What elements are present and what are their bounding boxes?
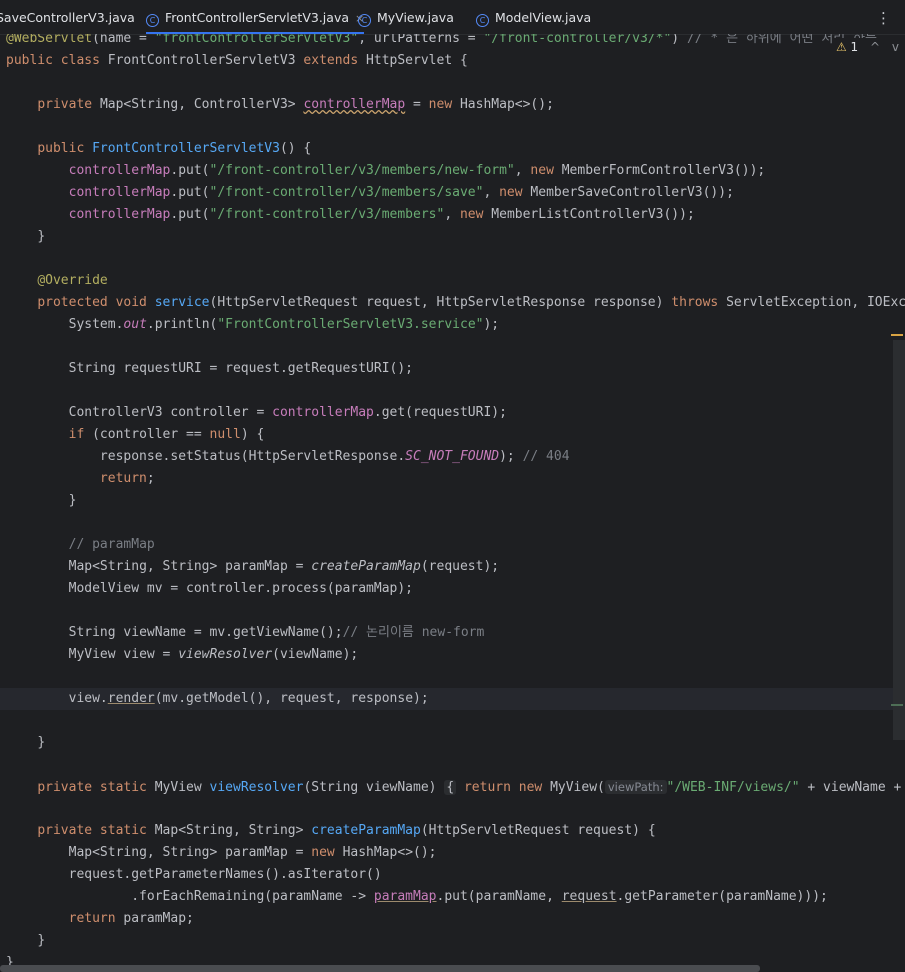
code-line: ControllerV3 controller = controllerMap.…	[68, 405, 507, 420]
code-line: private static Map<String, String> creat…	[37, 823, 656, 838]
class-icon: C	[146, 14, 159, 27]
code-line: String viewName = mv.getViewName();// 논리…	[68, 625, 485, 640]
code-line: private Map<String, ControllerV3> contro…	[37, 97, 554, 112]
horizontal-scrollbar[interactable]	[0, 965, 760, 972]
more-options-icon[interactable]: ⋮	[876, 9, 891, 27]
code-line: ModelView mv = controller.process(paramM…	[68, 581, 413, 596]
code-line: private static MyView viewResolver(Strin…	[37, 780, 902, 795]
class-icon: C	[476, 14, 489, 27]
code-line: @WebServlet(name = "frontControllerServl…	[6, 34, 877, 46]
code-line: request.getParameterNames().asIterator()	[68, 867, 382, 882]
tab-label: MyView.java	[377, 10, 454, 25]
parameter-hint: viewPath:	[604, 780, 667, 794]
code-line: }	[68, 493, 77, 508]
code-line: if (controller == null) {	[68, 427, 265, 442]
vertical-scrollbar[interactable]	[893, 340, 905, 740]
code-line: controllerMap.put("/front-controller/v3/…	[68, 207, 695, 222]
code-line: controllerMap.put("/front-controller/v3/…	[68, 163, 766, 178]
previous-highlight-icon[interactable]: ^	[870, 40, 880, 54]
tab-frontcontrollerservletv3[interactable]: C FrontControllerServletV3.java ×	[146, 0, 365, 34]
warning-icon: ⚠	[835, 40, 847, 54]
change-stripe-marker[interactable]	[891, 704, 903, 706]
code-line: protected void service(HttpServletReques…	[37, 295, 905, 310]
code-line: public class FrontControllerServletV3 ex…	[6, 53, 468, 68]
code-line: String requestURI = request.getRequestUR…	[68, 361, 413, 376]
tab-label: ModelView.java	[495, 10, 592, 25]
editor-tab-bar: SaveControllerV3.java C FrontControllerSe…	[0, 0, 905, 35]
tab-myview[interactable]: C MyView.java	[358, 0, 454, 34]
tab-label: SaveControllerV3.java	[0, 10, 135, 25]
warning-count: 1	[850, 40, 859, 54]
code-line: Map<String, String> paramMap = createPar…	[68, 559, 500, 574]
next-highlight-icon[interactable]: v	[892, 40, 899, 54]
tab-modelview[interactable]: C ModelView.java	[476, 0, 591, 34]
code-line: return paramMap;	[68, 911, 194, 926]
code-line: return;	[99, 471, 155, 486]
code-line: }	[37, 933, 46, 948]
code-editor[interactable]: @WebServlet(name = "frontControllerServl…	[0, 34, 905, 972]
inspection-widget[interactable]: ⚠ 1 ^ v	[831, 38, 899, 56]
folded-block[interactable]: {	[444, 780, 457, 795]
class-icon: C	[358, 14, 371, 27]
code-line: controllerMap.put("/front-controller/v3/…	[68, 185, 734, 200]
code-line: @Override	[37, 273, 108, 288]
tab-savecontrollerv3[interactable]: SaveControllerV3.java	[0, 0, 135, 34]
code-line: MyView view = viewResolver(viewName);	[68, 647, 359, 662]
code-line: }	[37, 735, 46, 750]
code-line: }	[37, 229, 46, 244]
code-line: view.render(mv.getModel(), request, resp…	[68, 691, 429, 706]
tab-label: FrontControllerServletV3.java	[165, 10, 349, 25]
code-line: System.out.println("FrontControllerServl…	[68, 317, 500, 332]
code-line: public FrontControllerServletV3() {	[37, 141, 312, 156]
warning-stripe-marker[interactable]	[891, 334, 903, 336]
code-line: Map<String, String> paramMap = new HashM…	[68, 845, 437, 860]
code-line: .forEachRemaining(paramName -> paramMap.…	[131, 889, 828, 904]
code-line: response.setStatus(HttpServletResponse.S…	[99, 449, 570, 464]
code-line: // paramMap	[68, 537, 155, 552]
